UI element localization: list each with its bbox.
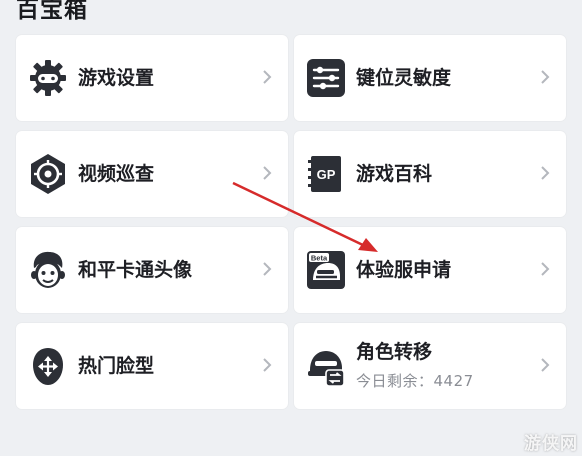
menu-item-label: 视频巡查 xyxy=(78,163,155,185)
face-shape-icon xyxy=(26,344,70,388)
crosshair-icon xyxy=(26,152,70,196)
chevron-right-icon xyxy=(538,67,552,87)
menu-item-key-sensitivity[interactable]: 键位灵敏度 xyxy=(294,35,566,121)
menu-item-label: 热门脸型 xyxy=(78,355,155,377)
menu-item-cartoon-avatar[interactable]: 和平卡通头像 xyxy=(16,227,288,313)
menu-item-beta-server-apply[interactable]: Beta 体验服申请 xyxy=(294,227,566,313)
gp-book-icon: GP xyxy=(304,152,348,196)
menu-item-video-patrol[interactable]: 视频巡查 xyxy=(16,131,288,217)
character-transfer-icon xyxy=(304,344,348,388)
chevron-right-icon xyxy=(260,67,274,87)
beta-badge: Beta xyxy=(311,253,328,262)
watermark: 游侠网 xyxy=(524,434,578,454)
menu-item-game-wiki[interactable]: GP 游戏百科 xyxy=(294,131,566,217)
menu-item-character-transfer[interactable]: 角色转移 今日剩余：4427 xyxy=(294,323,566,409)
svg-text:GP: GP xyxy=(317,167,336,182)
chevron-right-icon xyxy=(538,163,552,183)
remaining-today-text: 今日剩余：4427 xyxy=(356,372,474,390)
chevron-right-icon xyxy=(538,355,552,375)
chevron-right-icon xyxy=(538,259,552,279)
toolbox-grid: 游戏设置 键位灵敏度 视频巡查 GP 游戏百科 和平卡通头像 Beta 体验服申… xyxy=(0,0,582,456)
menu-item-label: 游戏百科 xyxy=(356,163,433,185)
menu-item-game-settings[interactable]: 游戏设置 xyxy=(16,35,288,121)
menu-item-label: 和平卡通头像 xyxy=(78,259,193,281)
menu-item-label: 角色转移 xyxy=(356,341,433,363)
chevron-right-icon xyxy=(260,355,274,375)
menu-item-label: 键位灵敏度 xyxy=(356,67,452,89)
beta-helmet-icon: Beta xyxy=(304,248,348,292)
sliders-icon xyxy=(304,56,348,100)
chevron-right-icon xyxy=(260,259,274,279)
cartoon-face-icon xyxy=(26,248,70,292)
menu-item-label: 体验服申请 xyxy=(356,259,452,281)
menu-item-label: 游戏设置 xyxy=(78,67,155,89)
chevron-right-icon xyxy=(260,163,274,183)
gear-controller-icon xyxy=(26,56,70,100)
menu-item-popular-face-shape[interactable]: 热门脸型 xyxy=(16,323,288,409)
